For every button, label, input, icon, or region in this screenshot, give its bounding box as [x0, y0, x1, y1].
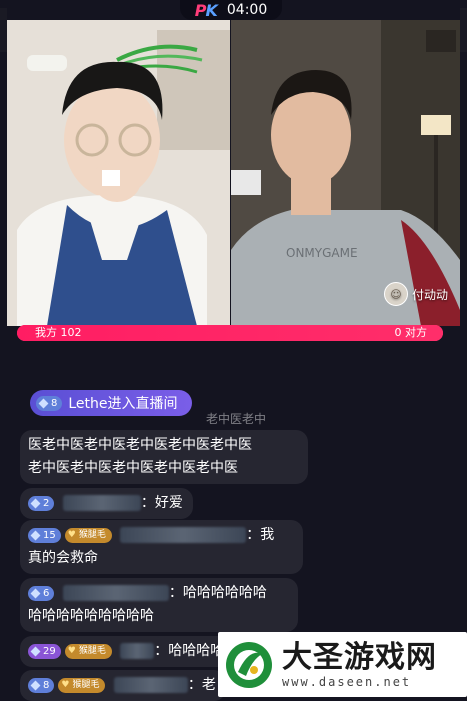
opponent-video-scene: ONMYGAME	[231, 20, 460, 326]
opponent-video[interactable]: ONMYGAME ☺ 付动动	[231, 20, 460, 326]
fan-badge: ♥ 猴腿毛	[58, 677, 106, 693]
message-text: ：我	[246, 527, 275, 543]
enter-text: Lethe进入直播间	[68, 396, 178, 412]
gem-icon	[30, 588, 41, 598]
chat-message[interactable]: 医老中医老中医老中医老中医老中医 老中医老中医老中医老中医老中医	[20, 430, 308, 484]
message-text: ：哈哈哈哈哈哈	[168, 585, 267, 601]
message-text: 真的会救命	[28, 550, 98, 566]
blurred-username	[120, 643, 155, 659]
score-opponent: 0 对方	[394, 326, 428, 339]
fan-badge: ♥ 猴腿毛	[64, 527, 112, 543]
chat-partial-line: 老中医老中	[206, 412, 267, 426]
fan-badge: ♥ 猴腿毛	[64, 643, 112, 659]
chat-message[interactable]: 29 ♥ 猴腿毛 ：哈哈哈哈	[20, 636, 235, 667]
gem-icon	[30, 680, 41, 690]
message-text: ：老	[187, 677, 216, 693]
right-edge	[460, 8, 467, 52]
blurred-username	[120, 527, 247, 543]
pk-topbar: PK 04:00	[0, 0, 467, 22]
chat-message[interactable]: 15 ♥ 猴腿毛 ：我 真的会救命	[20, 520, 303, 574]
host-video-scene	[7, 20, 230, 326]
watermark-url: www.daseen.net	[282, 674, 412, 689]
guest-name: 付动动	[411, 287, 448, 302]
host-video[interactable]	[7, 20, 230, 326]
pk-timer: 04:00	[226, 2, 268, 18]
gem-icon	[30, 646, 41, 656]
pk-score-bar: 我方 102 0 对方	[17, 325, 443, 341]
left-edge	[0, 8, 7, 52]
level-badge: 2	[28, 495, 55, 511]
blurred-username	[113, 677, 188, 693]
heart-icon: ♥	[67, 529, 76, 540]
watermark-logo-icon	[224, 640, 274, 690]
message-text: ：哈哈哈哈	[154, 643, 225, 659]
heart-icon: ♥	[61, 679, 70, 690]
message-text: 老中医老中医老中医老中医老中医	[28, 460, 238, 476]
gem-icon	[30, 498, 41, 508]
user-entered-notice: 8 Lethe进入直播间	[30, 390, 192, 416]
message-text: 哈哈哈哈哈哈哈哈哈	[28, 608, 154, 624]
message-text: ：好爱	[140, 495, 183, 511]
watermark-title: 大圣游戏网	[282, 639, 437, 675]
chat-message[interactable]: 8 ♥ 猴腿毛 ：老	[20, 670, 226, 701]
pk-badge: PK 04:00	[180, 0, 282, 20]
svg-text:ONMYGAME: ONMYGAME	[286, 246, 358, 260]
chat-message[interactable]: 2 ：好爱	[20, 488, 193, 519]
site-watermark: 大圣游戏网 www.daseen.net	[218, 632, 467, 697]
message-text: 医老中医老中医老中医老中医老中医	[28, 437, 252, 453]
gem-icon	[30, 530, 41, 540]
heart-icon: ♥	[67, 645, 76, 656]
blurred-username	[62, 585, 169, 601]
level-badge: 8	[36, 395, 63, 411]
chat-message[interactable]: 6 ：哈哈哈哈哈哈 哈哈哈哈哈哈哈哈哈	[20, 578, 298, 632]
guest-tag[interactable]: ☺ 付动动	[383, 282, 448, 306]
guest-avatar[interactable]: ☺	[383, 282, 408, 306]
level-badge: 15	[28, 527, 61, 543]
level-badge: 8	[28, 677, 55, 693]
level-badge: 6	[28, 585, 55, 601]
blurred-username	[62, 495, 141, 511]
gem-icon	[38, 398, 49, 408]
pk-logo: PK	[194, 0, 218, 20]
score-ours: 我方 102	[35, 326, 82, 339]
level-badge: 29	[28, 643, 61, 659]
